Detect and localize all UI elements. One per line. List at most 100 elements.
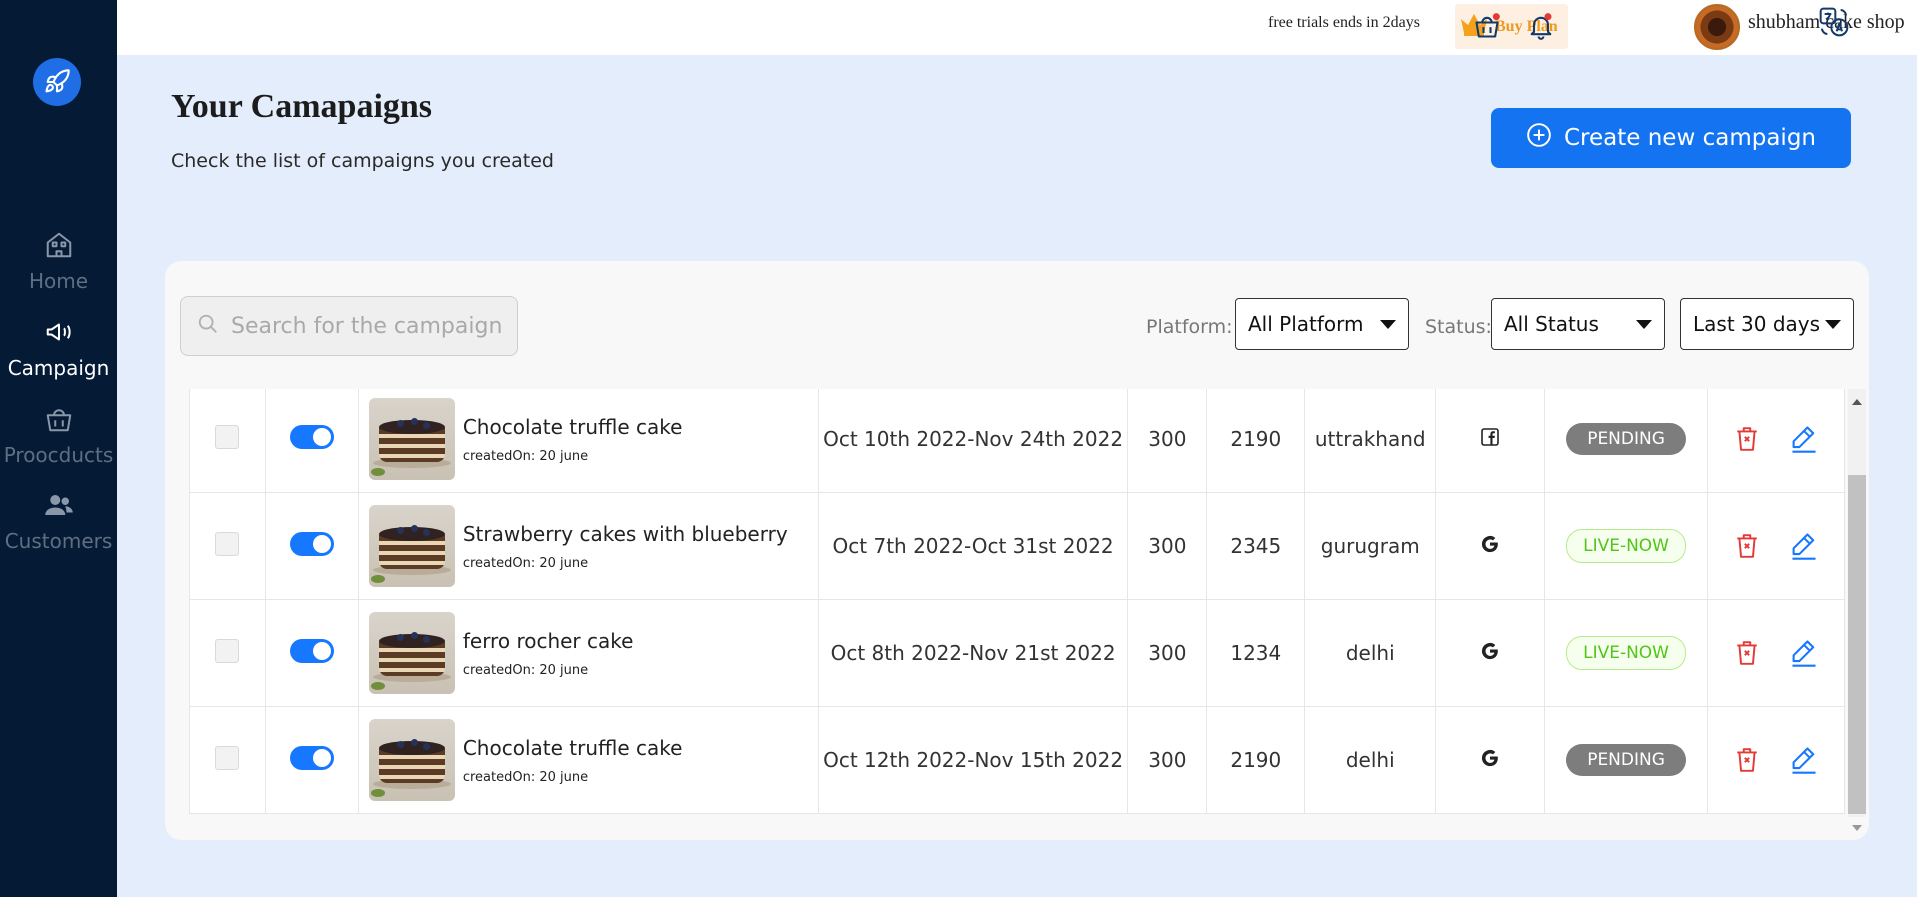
row-checkbox[interactable] — [215, 531, 240, 556]
campaign-card: Platform: All Platform Status: All Statu… — [165, 261, 1869, 840]
sidebar-item-customers[interactable]: Customers — [0, 490, 117, 553]
delete-icon[interactable] — [1734, 745, 1760, 775]
bell-icon[interactable] — [1525, 10, 1557, 42]
plus-circle-icon — [1526, 122, 1552, 154]
budget-cell: 300 — [1127, 599, 1208, 707]
facebook-icon — [1481, 427, 1499, 451]
status-badge: PENDING — [1566, 423, 1687, 455]
campaign-table: Chocolate truffle cake createdOn: 20 jun… — [189, 389, 1845, 814]
edit-pencil-icon[interactable] — [1790, 424, 1818, 454]
platform-cell — [1435, 599, 1546, 707]
toggle-cell — [264, 389, 359, 493]
date-range-value: Last 30 days — [1693, 312, 1821, 336]
actions-cell — [1707, 492, 1845, 600]
location-cell: delhi — [1304, 599, 1437, 707]
campaign-name: Chocolate truffle cake — [462, 414, 683, 439]
platform-cell — [1435, 492, 1546, 600]
sidebar-item-products[interactable]: Proocducts — [0, 404, 117, 467]
campaign-toggle[interactable] — [289, 638, 334, 663]
search-input[interactable] — [231, 313, 501, 339]
date-range-cell: Oct 8th 2022-Nov 21st 2022 — [817, 599, 1129, 707]
table-row[interactable]: Chocolate truffle cake createdOn: 20 jun… — [189, 706, 1845, 814]
edit-pencil-icon[interactable] — [1790, 638, 1818, 668]
campaign-toggle[interactable] — [289, 424, 334, 449]
location-cell: delhi — [1304, 706, 1437, 814]
reach-cell: 1234 — [1206, 599, 1306, 707]
date-range-cell: Oct 12th 2022-Nov 15th 2022 — [817, 706, 1129, 814]
status-cell: PENDING — [1544, 706, 1709, 814]
row-checkbox[interactable] — [215, 638, 240, 663]
page-title: Your Camapaigns — [171, 88, 433, 125]
platform-filter-label: Platform: — [1146, 316, 1233, 338]
caret-down-icon — [1636, 319, 1652, 329]
edit-pencil-icon[interactable] — [1790, 745, 1818, 775]
cake-thumbnail — [368, 505, 455, 587]
select-cell — [189, 706, 266, 814]
budget-cell: 300 — [1127, 706, 1208, 814]
toggle-cell — [264, 706, 359, 814]
table-row[interactable]: Strawberry cakes with blueberry createdO… — [189, 492, 1845, 600]
delete-icon[interactable] — [1734, 638, 1760, 668]
platform-select[interactable]: All Platform — [1235, 298, 1409, 350]
google-icon — [1480, 642, 1500, 666]
campaign-toggle[interactable] — [289, 531, 334, 556]
cake-thumbnail — [368, 612, 455, 694]
location-cell: gurugram — [1304, 492, 1437, 600]
cake-thumbnail — [368, 398, 455, 480]
sidebar-item-home[interactable]: Home — [0, 230, 117, 293]
status-badge: LIVE-NOW — [1566, 636, 1687, 670]
translate-icon[interactable] — [1818, 6, 1850, 38]
caret-down-icon — [1380, 319, 1396, 329]
create-campaign-label: Create new campaign — [1564, 125, 1816, 151]
reach-cell: 2345 — [1206, 492, 1306, 600]
delete-icon[interactable] — [1734, 531, 1760, 561]
created-date: createdOn: 20 june — [462, 662, 589, 678]
row-checkbox[interactable] — [215, 424, 240, 449]
sidebar-item-label: Proocducts — [3, 443, 114, 467]
location-cell: uttrakhand — [1304, 389, 1437, 493]
status-cell: LIVE-NOW — [1544, 492, 1709, 600]
product-cell: Chocolate truffle cake createdOn: 20 jun… — [357, 389, 819, 493]
search-box[interactable] — [180, 296, 518, 356]
status-select[interactable]: All Status — [1491, 298, 1665, 350]
search-icon — [197, 313, 219, 340]
campaign-name: Chocolate truffle cake — [462, 735, 683, 760]
created-date: createdOn: 20 june — [462, 448, 589, 464]
scroll-thumb[interactable] — [1848, 475, 1866, 814]
scroll-down-arrow-icon[interactable] — [1852, 825, 1862, 831]
toggle-cell — [264, 599, 359, 707]
date-range-select[interactable]: Last 30 days — [1680, 298, 1854, 350]
budget-cell: 300 — [1127, 492, 1208, 600]
select-cell — [189, 599, 266, 707]
gift-shop-icon[interactable] — [1471, 10, 1503, 42]
platform-cell — [1435, 389, 1546, 493]
sidebar-item-campaign[interactable]: Campaign — [0, 317, 117, 380]
edit-pencil-icon[interactable] — [1790, 531, 1818, 561]
created-date: createdOn: 20 june — [462, 769, 589, 785]
google-icon — [1480, 535, 1500, 559]
platform-select-value: All Platform — [1248, 312, 1364, 336]
product-cell: Strawberry cakes with blueberry createdO… — [357, 492, 819, 600]
create-campaign-button[interactable]: Create new campaign — [1491, 108, 1851, 168]
rocket-logo-icon[interactable] — [33, 58, 81, 106]
status-cell: LIVE-NOW — [1544, 599, 1709, 707]
top-bar: free trials ends in 2days Buy Plan shubh… — [117, 0, 1917, 55]
table-scrollbar[interactable] — [1848, 389, 1866, 831]
table-row[interactable]: Chocolate truffle cake createdOn: 20 jun… — [189, 389, 1845, 493]
delete-icon[interactable] — [1734, 424, 1760, 454]
status-cell: PENDING — [1544, 389, 1709, 493]
scroll-up-arrow-icon[interactable] — [1852, 399, 1862, 405]
avatar[interactable] — [1694, 4, 1740, 50]
campaign-toggle[interactable] — [289, 745, 334, 770]
users-icon — [44, 490, 74, 525]
row-checkbox[interactable] — [215, 745, 240, 770]
created-date: createdOn: 20 june — [462, 555, 589, 571]
status-badge: PENDING — [1566, 744, 1687, 776]
sidebar: Home Campaign Proocducts Customers — [0, 0, 117, 897]
actions-cell — [1707, 389, 1845, 493]
sidebar-item-label: Home — [28, 269, 89, 293]
campaign-name: ferro rocher cake — [462, 628, 634, 653]
table-row[interactable]: ferro rocher cake createdOn: 20 june Oct… — [189, 599, 1845, 707]
reach-cell: 2190 — [1206, 706, 1306, 814]
campaign-table-wrapper: Chocolate truffle cake createdOn: 20 jun… — [189, 389, 1845, 817]
